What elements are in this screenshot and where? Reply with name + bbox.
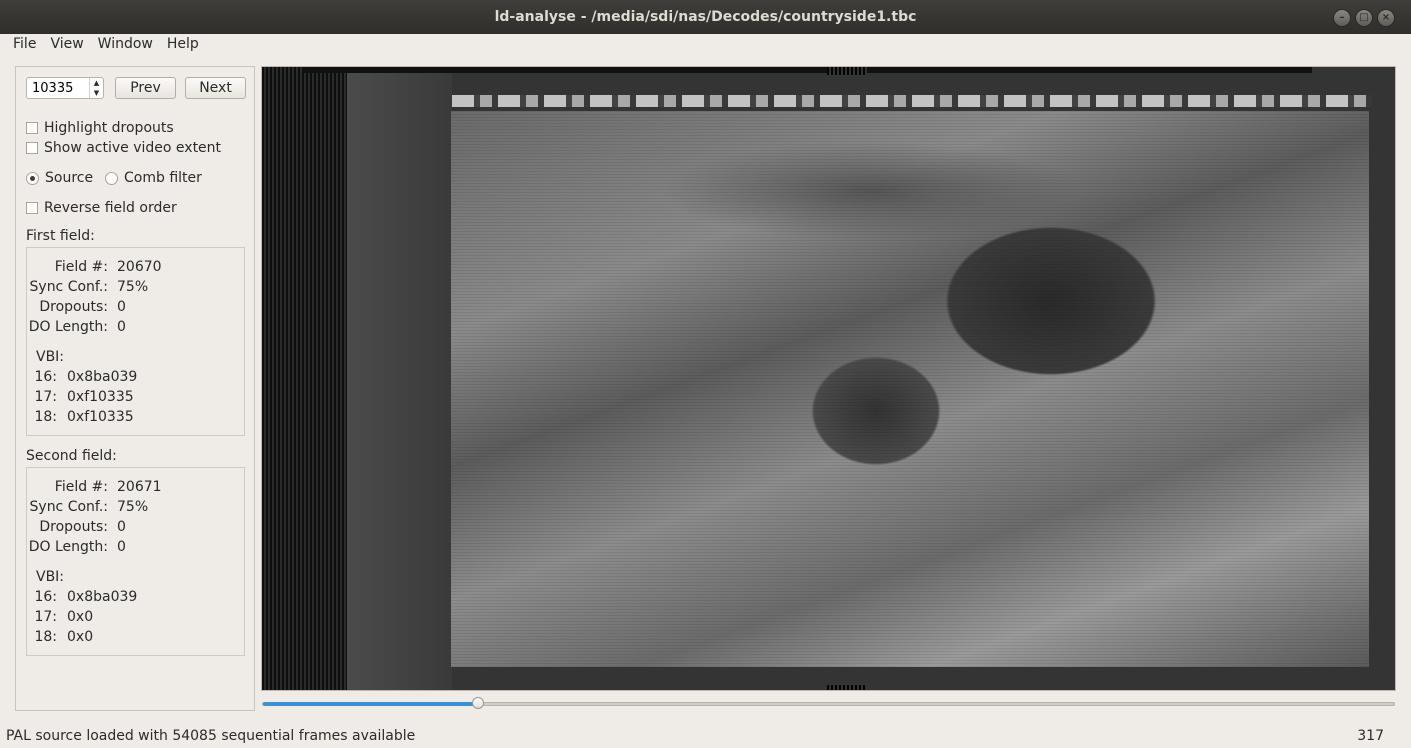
menu-window[interactable]: Window — [91, 36, 160, 52]
second-vbi-row: 18: 0x0 — [34, 629, 94, 645]
top-mark — [827, 67, 867, 75]
comb-filter-radio[interactable] — [105, 171, 118, 185]
highlight-dropouts-option[interactable]: Highlight dropouts — [26, 120, 174, 136]
second-sync-row: Sync Conf.: 75% — [29, 499, 149, 515]
app-window: ld-analyse - /media/sdi/nas/Decodes/coun… — [0, 0, 1411, 748]
comb-filter-label: Comb filter — [124, 170, 202, 186]
slider-fill — [263, 702, 478, 706]
status-number: 317 — [1357, 727, 1384, 744]
second-do-length-value: 0 — [117, 539, 126, 555]
first-sync-value: 75% — [117, 279, 149, 295]
status-bar: PAL source loaded with 54085 sequential … — [0, 723, 1411, 748]
highlight-dropouts-label: Highlight dropouts — [44, 120, 174, 136]
first-field-number: 20670 — [117, 259, 162, 275]
first-vbi-row: 18: 0xf10335 — [34, 409, 134, 425]
first-vbi-label: VBI: — [36, 349, 65, 365]
close-icon[interactable]: × — [1377, 9, 1395, 27]
frame-number-spinbox[interactable]: ▲▼ — [26, 77, 104, 99]
comb-filter-option[interactable]: Comb filter — [105, 170, 202, 186]
video-frame-image — [451, 111, 1369, 667]
maximize-icon[interactable]: □ — [1355, 9, 1373, 27]
second-vbi-row: 16: 0x8ba039 — [34, 589, 138, 605]
reverse-field-order-option[interactable]: Reverse field order — [26, 200, 177, 216]
menu-bar: File View Window Help — [0, 34, 1411, 54]
frame-slider[interactable] — [262, 697, 1395, 709]
show-active-video-checkbox[interactable] — [26, 142, 38, 154]
first-vbi-row: 17: 0xf10335 — [34, 389, 134, 405]
sync-region — [262, 67, 347, 690]
show-active-video-label: Show active video extent — [44, 140, 222, 156]
source-radio[interactable] — [26, 171, 39, 185]
status-message: PAL source loaded with 54085 sequential … — [6, 727, 416, 744]
first-field-heading: First field: — [26, 228, 95, 244]
blanking-region — [347, 67, 452, 690]
window-controls: – □ × — [1333, 9, 1395, 27]
first-dropouts-row: Dropouts: 0 — [39, 299, 126, 315]
first-dropouts-value: 0 — [117, 299, 126, 315]
reverse-field-order-label: Reverse field order — [44, 200, 177, 216]
window-title: ld-analyse - /media/sdi/nas/Decodes/coun… — [494, 9, 917, 25]
second-dropouts-row: Dropouts: 0 — [39, 519, 126, 535]
menu-view[interactable]: View — [43, 36, 90, 52]
second-field-number: 20671 — [117, 479, 162, 495]
spin-arrows-icon[interactable]: ▲ ▼ — [89, 78, 103, 98]
menu-help[interactable]: Help — [160, 36, 206, 52]
second-sync-value: 75% — [117, 499, 149, 515]
slider-handle[interactable] — [471, 697, 484, 709]
first-do-length-row: DO Length: 0 — [28, 319, 126, 335]
reverse-field-order-checkbox[interactable] — [26, 202, 38, 214]
prev-button[interactable]: Prev — [115, 77, 176, 99]
minimize-icon[interactable]: – — [1333, 9, 1351, 27]
show-active-video-option[interactable]: Show active video extent — [26, 140, 221, 156]
frame-viewer[interactable] — [261, 66, 1396, 691]
vbi-data-lines — [452, 95, 1372, 107]
first-sync-row: Sync Conf.: 75% — [29, 279, 149, 295]
control-panel: ▲▼ Prev Next Highlight dropouts Show act… — [15, 66, 255, 711]
source-label: Source — [45, 170, 94, 186]
title-bar: ld-analyse - /media/sdi/nas/Decodes/coun… — [0, 0, 1411, 34]
second-field-group: Field #: 20671 Sync Conf.: 75% Dropouts: 0 … — [26, 467, 245, 656]
next-button[interactable]: Next — [185, 77, 246, 99]
second-do-length-row: DO Length: 0 — [28, 539, 126, 555]
first-field-group: Field #: 20670 Sync Conf.: 75% Dropouts: 0 … — [26, 247, 245, 436]
first-field-number-row: Field #: 20670 — [54, 259, 162, 275]
bottom-mark — [827, 685, 867, 690]
highlight-dropouts-checkbox[interactable] — [26, 122, 38, 134]
second-field-number-row: Field #: 20671 — [54, 479, 162, 495]
frame-number-input[interactable] — [27, 78, 90, 97]
source-option[interactable]: Source — [26, 170, 93, 186]
second-vbi-label: VBI: — [36, 569, 65, 585]
first-do-length-value: 0 — [117, 319, 126, 335]
second-vbi-row: 17: 0x0 — [34, 609, 94, 625]
second-field-heading: Second field: — [26, 448, 117, 464]
first-vbi-row: 16: 0x8ba039 — [34, 369, 138, 385]
top-blanking — [302, 67, 1312, 73]
second-dropouts-value: 0 — [117, 519, 126, 535]
menu-file[interactable]: File — [6, 36, 43, 52]
